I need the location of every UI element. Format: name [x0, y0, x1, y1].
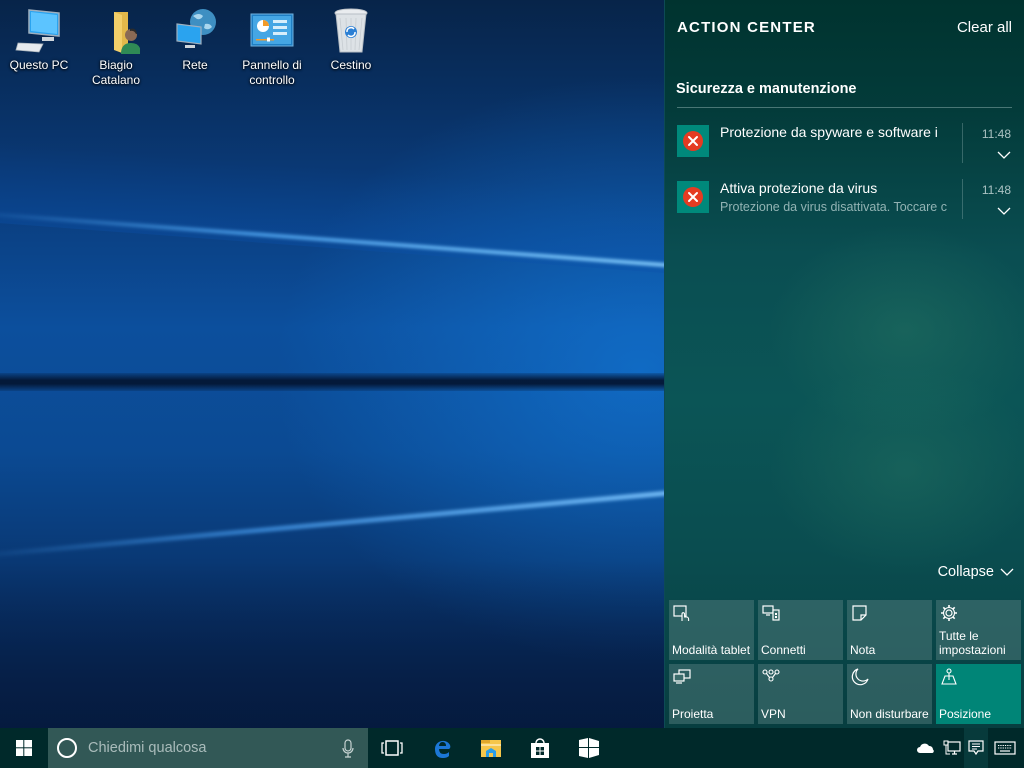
- wallpaper-shade: [0, 560, 664, 728]
- tray-touch-keyboard-button[interactable]: [990, 728, 1020, 768]
- tray-network[interactable]: [940, 728, 964, 768]
- taskbar-edge-button[interactable]: [418, 728, 466, 768]
- notification-title: Protezione da spyware e software i: [720, 124, 938, 140]
- collapse-button[interactable]: Collapse: [938, 564, 1014, 580]
- notification-time: 11:48: [981, 183, 1011, 197]
- onedrive-icon: [917, 743, 934, 753]
- user-folder-icon: [92, 6, 141, 54]
- notification-item[interactable]: Protezione da spyware e software i 11:48: [677, 121, 1013, 165]
- security-app-icon: [677, 181, 709, 213]
- note-icon: [852, 605, 867, 621]
- cortana-icon: [57, 738, 77, 758]
- microphone-icon[interactable]: [342, 739, 354, 759]
- taskbar-app-button[interactable]: [565, 728, 613, 768]
- notification-time: 11:48: [981, 127, 1011, 141]
- desktop-icon-pannello-di-controllo[interactable]: Pannello di controllo: [235, 6, 309, 88]
- notification-divider: [962, 123, 963, 163]
- desktop-icon-label: Biagio Catalano: [91, 58, 141, 87]
- quick-action-tablet-mode[interactable]: Modalità tablet: [669, 600, 754, 660]
- quick-action-label: Nota: [850, 643, 876, 657]
- desktop-icon-rete[interactable]: Rete: [158, 6, 232, 73]
- tablet-mode-icon: [673, 605, 690, 621]
- network-icon: [171, 6, 219, 54]
- windows-logo-icon: [16, 740, 32, 756]
- keyboard-icon: [994, 741, 1016, 755]
- start-button[interactable]: [0, 728, 48, 768]
- quick-action-location[interactable]: Posizione: [936, 664, 1021, 724]
- tray-action-center-button[interactable]: [964, 728, 988, 768]
- app-tile-icon: [579, 738, 599, 758]
- notification-item[interactable]: Attiva protezione da virus Protezione da…: [677, 177, 1013, 221]
- moon-icon: [851, 668, 869, 686]
- collapse-label: Collapse: [937, 564, 994, 580]
- action-center-icon: [968, 740, 984, 756]
- edge-icon: [434, 740, 451, 758]
- quick-action-label: Proietta: [672, 707, 714, 721]
- desktop-icon-label: Rete: [182, 58, 208, 72]
- quick-action-label: Posizione: [939, 707, 992, 721]
- desktop-icon-biagio-catalano[interactable]: Biagio Catalano: [79, 6, 153, 88]
- notification-group-title[interactable]: Sicurezza e manutenzione: [676, 81, 857, 97]
- desktop-icon-cestino[interactable]: Cestino: [314, 6, 388, 73]
- action-center-panel: ACTION CENTER Clear all Sicurezza e manu…: [664, 0, 1024, 728]
- wallpaper-light-glow: [0, 140, 721, 277]
- desktop-icon-questo-pc[interactable]: Questo PC: [2, 6, 76, 73]
- computer-icon: [15, 6, 63, 54]
- control-panel-icon: [248, 6, 296, 54]
- expand-chevron-icon[interactable]: [997, 203, 1011, 215]
- vpn-icon: [762, 669, 780, 682]
- chevron-down-icon: [1000, 568, 1014, 576]
- quick-action-label: VPN: [761, 707, 786, 721]
- error-icon: [683, 187, 703, 207]
- notification-divider: [962, 179, 963, 219]
- connect-icon: [762, 605, 780, 621]
- desktop-icon-label: Questo PC: [9, 58, 69, 72]
- quick-actions-grid: Modalità tablet Connetti Nota Tutte le i…: [669, 600, 1021, 724]
- store-icon: [531, 738, 549, 758]
- desktop-screen: Questo PC Biagio Catalano Rete Pannello …: [0, 0, 1024, 768]
- quick-action-note[interactable]: Nota: [847, 600, 932, 660]
- notification-body: Protezione da virus disattivata. Toccare…: [720, 200, 947, 214]
- task-view-button[interactable]: [368, 728, 416, 768]
- quick-action-label: Tutte le impostazioni: [939, 629, 1006, 657]
- desktop-icon-label: Pannello di controllo: [242, 58, 302, 87]
- group-divider: [677, 107, 1012, 108]
- error-icon: [683, 131, 703, 151]
- search-placeholder: Chiedimi qualcosa: [88, 740, 207, 756]
- cortana-search-box[interactable]: Chiedimi qualcosa: [48, 728, 368, 768]
- file-explorer-icon: [481, 740, 501, 757]
- settings-gear-icon: [941, 605, 957, 621]
- recycle-bin-icon: [327, 6, 375, 54]
- taskbar-file-explorer-button[interactable]: [467, 728, 515, 768]
- location-icon: [941, 668, 957, 685]
- taskbar: Chiedimi qualcosa: [0, 728, 1024, 768]
- wallpaper-dark-band: [0, 373, 664, 391]
- task-view-icon: [381, 740, 403, 756]
- quick-action-label: Connetti: [761, 643, 806, 657]
- network-wired-icon: [943, 740, 961, 755]
- clear-all-button[interactable]: Clear all: [957, 19, 1012, 36]
- taskbar-store-button[interactable]: [516, 728, 564, 768]
- quick-action-all-settings[interactable]: Tutte le impostazioni: [936, 600, 1021, 660]
- desktop-icon-label: Cestino: [330, 58, 372, 72]
- action-center-title: ACTION CENTER: [677, 19, 816, 36]
- project-icon: [673, 669, 691, 684]
- expand-chevron-icon[interactable]: [997, 147, 1011, 159]
- notification-title: Attiva protezione da virus: [720, 180, 878, 196]
- quick-action-project[interactable]: Proietta: [669, 664, 754, 724]
- quick-action-connect[interactable]: Connetti: [758, 600, 843, 660]
- quick-action-label: Non disturbare: [850, 707, 929, 721]
- wallpaper-light-beam-bottom: [0, 486, 718, 560]
- tray-onedrive[interactable]: [914, 728, 938, 768]
- security-app-icon: [677, 125, 709, 157]
- quick-action-quiet-hours[interactable]: Non disturbare: [847, 664, 932, 724]
- quick-action-vpn[interactable]: VPN: [758, 664, 843, 724]
- quick-action-label: Modalità tablet: [672, 643, 751, 657]
